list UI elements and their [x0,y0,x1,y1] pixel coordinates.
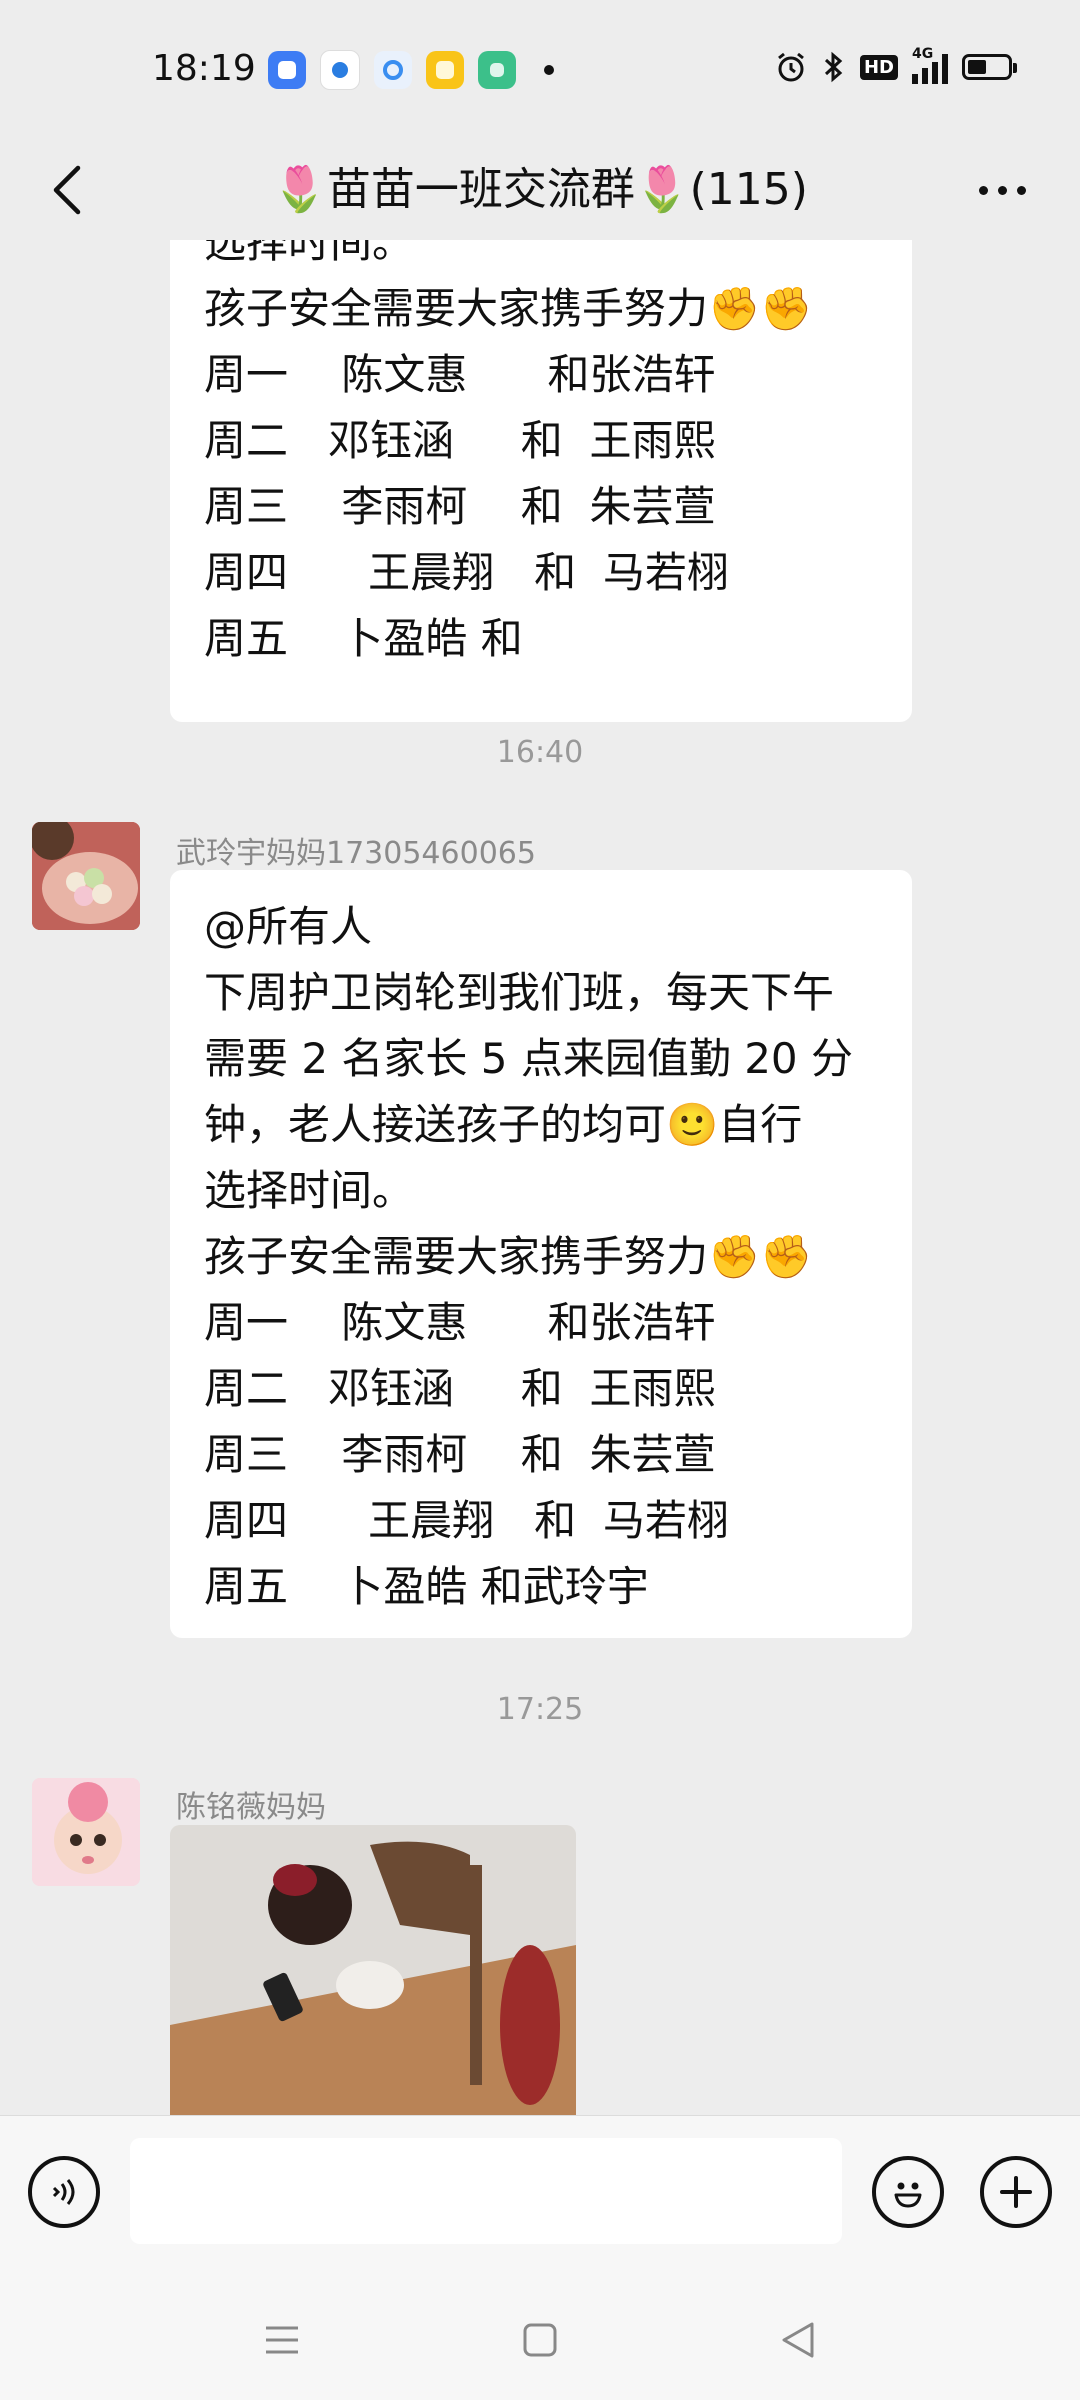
battery-icon [962,54,1017,80]
message-line: 周四 王晨翔 和 马若栩 [204,548,729,597]
avatar[interactable] [32,822,140,930]
notification-icons [268,50,554,90]
message-line: 钟，老人接送孩子的均可🙂自行 [204,1100,803,1149]
back-nav-button[interactable] [768,2310,828,2370]
avatar[interactable] [32,1778,140,1886]
navigation-bar [0,2280,1080,2400]
voice-icon [52,2179,75,2205]
message-line: 下周护卫岗轮到我们班，每天下午 [204,968,835,1017]
message-input[interactable] [130,2138,842,2244]
input-bar [0,2115,1080,2281]
chevron-left-icon [53,165,81,215]
message-line: 周五 卜盈皓 和 [204,614,523,663]
message-line: @所有人 [204,902,373,951]
message-line: 周二 邓钰涵 和 王雨熙 [204,1364,716,1413]
app-notification-icon [478,51,516,89]
timestamp: 17:25 [496,1692,584,1727]
menu-button[interactable] [252,2310,312,2370]
avatar-image [32,822,140,930]
chat-header: 🌷苗苗一班交流群🌷(115) [0,140,1080,240]
message-bubble[interactable]: @所有人 下周护卫岗轮到我们班，每天下午 需要 2 名家长 5 点来园值勤 20… [170,870,912,1638]
photo-image [170,1825,576,2115]
signal-icon: 4G [912,46,948,84]
emoji-icon [894,2182,922,2208]
sender-name: 陈铭薇妈妈 [176,1790,326,1825]
message-line: 周五 卜盈皓 和武玲宇 [204,1562,649,1611]
message-line: 周二 邓钰涵 和 王雨熙 [204,416,716,465]
alarm-icon [778,52,804,82]
message-bubble[interactable]: 选择时间。 孩子安全需要大家携手努力✊✊ 周一 陈文惠 和张浩轩 周二 邓钰涵 … [170,240,912,722]
status-time: 18:19 [152,48,256,89]
timestamp: 16:40 [496,735,584,770]
hd-badge: HD [859,54,898,80]
plus-icon [1000,2176,1032,2208]
back-button[interactable] [28,150,108,230]
app-notification-icon [374,51,412,89]
more-notifications-icon [544,65,554,75]
message-line: 周三 李雨柯 和 朱芸萱 [204,482,716,531]
message-line: 周一 陈文惠 和张浩轩 [204,350,716,399]
more-icon [978,185,988,195]
status-indicators: HD 4G [774,46,1017,84]
menu-icon [266,2326,298,2354]
network-type: 4G [912,46,934,62]
bluetooth-icon [824,51,843,83]
status-bar: 18:19 HD 4G [0,0,1080,140]
message-line: 孩子安全需要大家携手努力✊✊ [204,1232,813,1281]
chat-area[interactable]: 选择时间。 孩子安全需要大家携手努力✊✊ 周一 陈文惠 和张浩轩 周二 邓钰涵 … [0,240,1080,2115]
app-notification-icon [320,50,360,90]
emoji-button[interactable] [872,2156,944,2228]
message-line: 需要 2 名家长 5 点来园值勤 20 分 [204,1034,853,1083]
message-line: 选择时间。 [204,1166,415,1215]
voice-button[interactable] [28,2156,100,2228]
message-line: 周一 陈文惠 和张浩轩 [204,1298,716,1347]
back-icon [782,2322,814,2358]
more-button[interactable] [952,150,1052,230]
image-message[interactable] [170,1825,576,2115]
sender-name: 武玲宇妈妈17305460065 [176,836,536,871]
message-line: 周四 王晨翔 和 马若栩 [204,1496,729,1545]
avatar-image [32,1778,140,1886]
message-line: 孩子安全需要大家携手努力✊✊ [204,284,813,333]
message-line: 选择时间。 [204,240,415,267]
home-button[interactable] [510,2310,570,2370]
app-notification-icon [268,51,306,89]
home-icon [523,2323,557,2357]
add-button[interactable] [980,2156,1052,2228]
app-notification-icon [426,51,464,89]
chat-title: 🌷苗苗一班交流群🌷(115) [272,164,808,215]
message-line: 周三 李雨柯 和 朱芸萱 [204,1430,716,1479]
